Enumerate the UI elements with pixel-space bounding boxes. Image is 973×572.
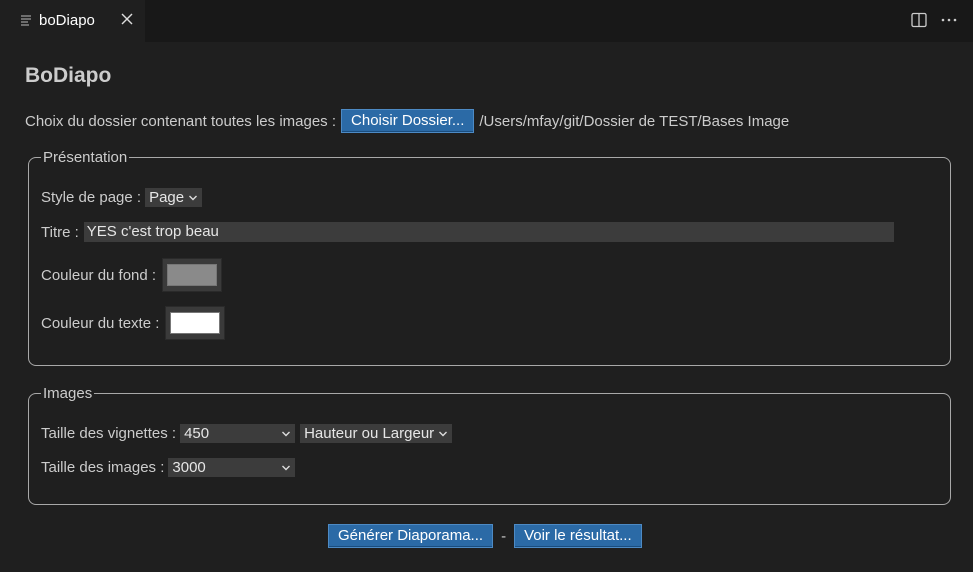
thumb-size-select[interactable]: 450 [180,424,296,443]
title-label: Titre : [41,223,79,241]
document-lines-icon [21,15,31,26]
generate-slideshow-button[interactable]: Générer Diaporama... [328,524,494,548]
image-size-row: Taille des images : 3000 [41,458,296,477]
chevron-down-icon [282,465,291,470]
page-title: BoDiapo [25,64,112,87]
thumb-size-row: Taille des vignettes : 450 Hauteur ou La… [41,424,453,443]
title-input[interactable]: YES c'est trop beau [83,222,894,242]
tab-bar: boDiapo [0,0,973,42]
bg-color-swatch [167,264,218,286]
thumb-dimension-select[interactable]: Hauteur ou Largeur [300,424,453,443]
actions-separator: - [501,527,507,545]
folder-label: Choix du dossier contenant toutes les im… [25,112,337,130]
tab-label: boDiapo [39,12,95,29]
thumb-size-label: Taille des vignettes : [41,425,177,442]
bg-color-label: Couleur du fond : [41,266,157,284]
chevron-down-icon [282,431,291,436]
page-style-label: Style de page : [41,189,142,206]
text-color-picker[interactable] [165,306,226,340]
images-legend: Images [43,385,93,402]
split-editor-icon[interactable] [910,11,928,29]
images-fieldset: Images [28,385,951,505]
close-icon[interactable] [119,11,135,27]
view-result-button[interactable]: Voir le résultat... [514,524,642,548]
page-style-select[interactable]: Page [145,188,203,207]
title-row: Titre : YES c'est trop beau [41,222,894,242]
tab-bodiapo[interactable]: boDiapo [0,0,145,42]
bg-color-picker[interactable] [162,258,223,292]
page-style-row: Style de page : Page [41,188,203,207]
thumb-dimension-value: Hauteur ou Largeur [304,425,435,442]
thumb-size-value: 450 [184,425,210,442]
folder-row: Choix du dossier contenant toutes les im… [25,109,789,133]
chevron-down-icon [189,195,198,200]
more-icon[interactable] [940,11,958,29]
image-size-select[interactable]: 3000 [168,458,296,477]
choose-folder-button[interactable]: Choisir Dossier... [341,109,475,133]
text-color-row: Couleur du texte : [41,306,226,340]
image-size-label: Taille des images : [41,459,165,476]
text-color-swatch [170,312,221,334]
image-size-value: 3000 [172,459,206,476]
actions-row: Générer Diaporama... - Voir le résultat.… [328,524,642,548]
chevron-down-icon [439,431,448,436]
page-style-value: Page [149,189,185,206]
text-color-label: Couleur du texte : [41,314,160,332]
presentation-legend: Présentation [43,149,128,166]
bg-color-row: Couleur du fond : [41,258,223,292]
folder-path: /Users/mfay/git/Dossier de TEST/Bases Im… [479,112,790,130]
